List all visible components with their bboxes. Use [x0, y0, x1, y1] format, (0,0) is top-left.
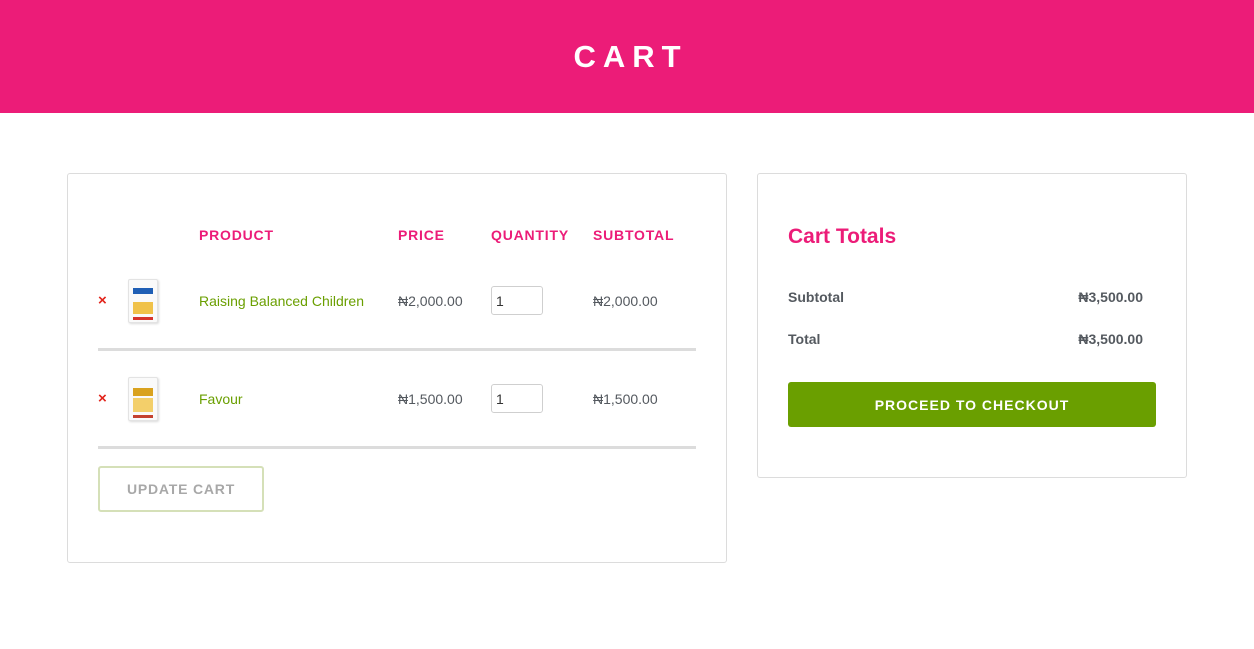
cart-row: × Favour ₦1,500.00 ₦1,500.00: [98, 351, 696, 449]
cart-totals-panel: Cart Totals Subtotal ₦3,500.00 Total ₦3,…: [757, 173, 1187, 478]
total-label: Total: [788, 331, 821, 347]
product-price: ₦1,500.00: [398, 390, 463, 407]
subtotal-label: Subtotal: [788, 289, 844, 305]
book-cover-icon: [128, 278, 158, 323]
total-row: Total ₦3,500.00: [788, 331, 1143, 347]
total-value: ₦3,500.00: [1078, 331, 1143, 347]
subtotal-row: Subtotal ₦3,500.00: [788, 289, 1143, 305]
header-quantity: QUANTITY: [491, 227, 569, 243]
quantity-cell: [491, 253, 543, 348]
cart-table-panel: PRODUCT PRICE QUANTITY SUBTOTAL × Raisin…: [67, 173, 727, 563]
update-cart-button[interactable]: UPDATE CART: [98, 466, 264, 512]
header-product: PRODUCT: [199, 227, 274, 243]
cart-row: × Raising Balanced Children ₦2,000.00 ₦2…: [98, 253, 696, 351]
page-banner: CART: [0, 0, 1254, 113]
quantity-cell: [491, 351, 543, 446]
product-link[interactable]: Favour: [199, 351, 243, 446]
quantity-input[interactable]: [491, 384, 543, 413]
product-price: ₦2,000.00: [398, 292, 463, 309]
cart-totals-title: Cart Totals: [788, 225, 897, 248]
product-subtotal: ₦2,000.00: [593, 292, 658, 309]
header-price: PRICE: [398, 227, 445, 243]
quantity-input[interactable]: [491, 286, 543, 315]
page-title: CART: [573, 38, 688, 74]
header-subtotal: SUBTOTAL: [593, 227, 675, 243]
remove-item-icon[interactable]: ×: [98, 253, 110, 348]
subtotal-value: ₦3,500.00: [1078, 289, 1143, 305]
product-subtotal: ₦1,500.00: [593, 390, 658, 407]
book-cover-icon: [128, 376, 158, 421]
product-thumbnail[interactable]: [128, 253, 162, 348]
product-link[interactable]: Raising Balanced Children: [199, 253, 364, 348]
product-thumbnail[interactable]: [128, 351, 162, 446]
proceed-to-checkout-button[interactable]: PROCEED TO CHECKOUT: [788, 382, 1156, 427]
remove-item-icon[interactable]: ×: [98, 351, 110, 446]
